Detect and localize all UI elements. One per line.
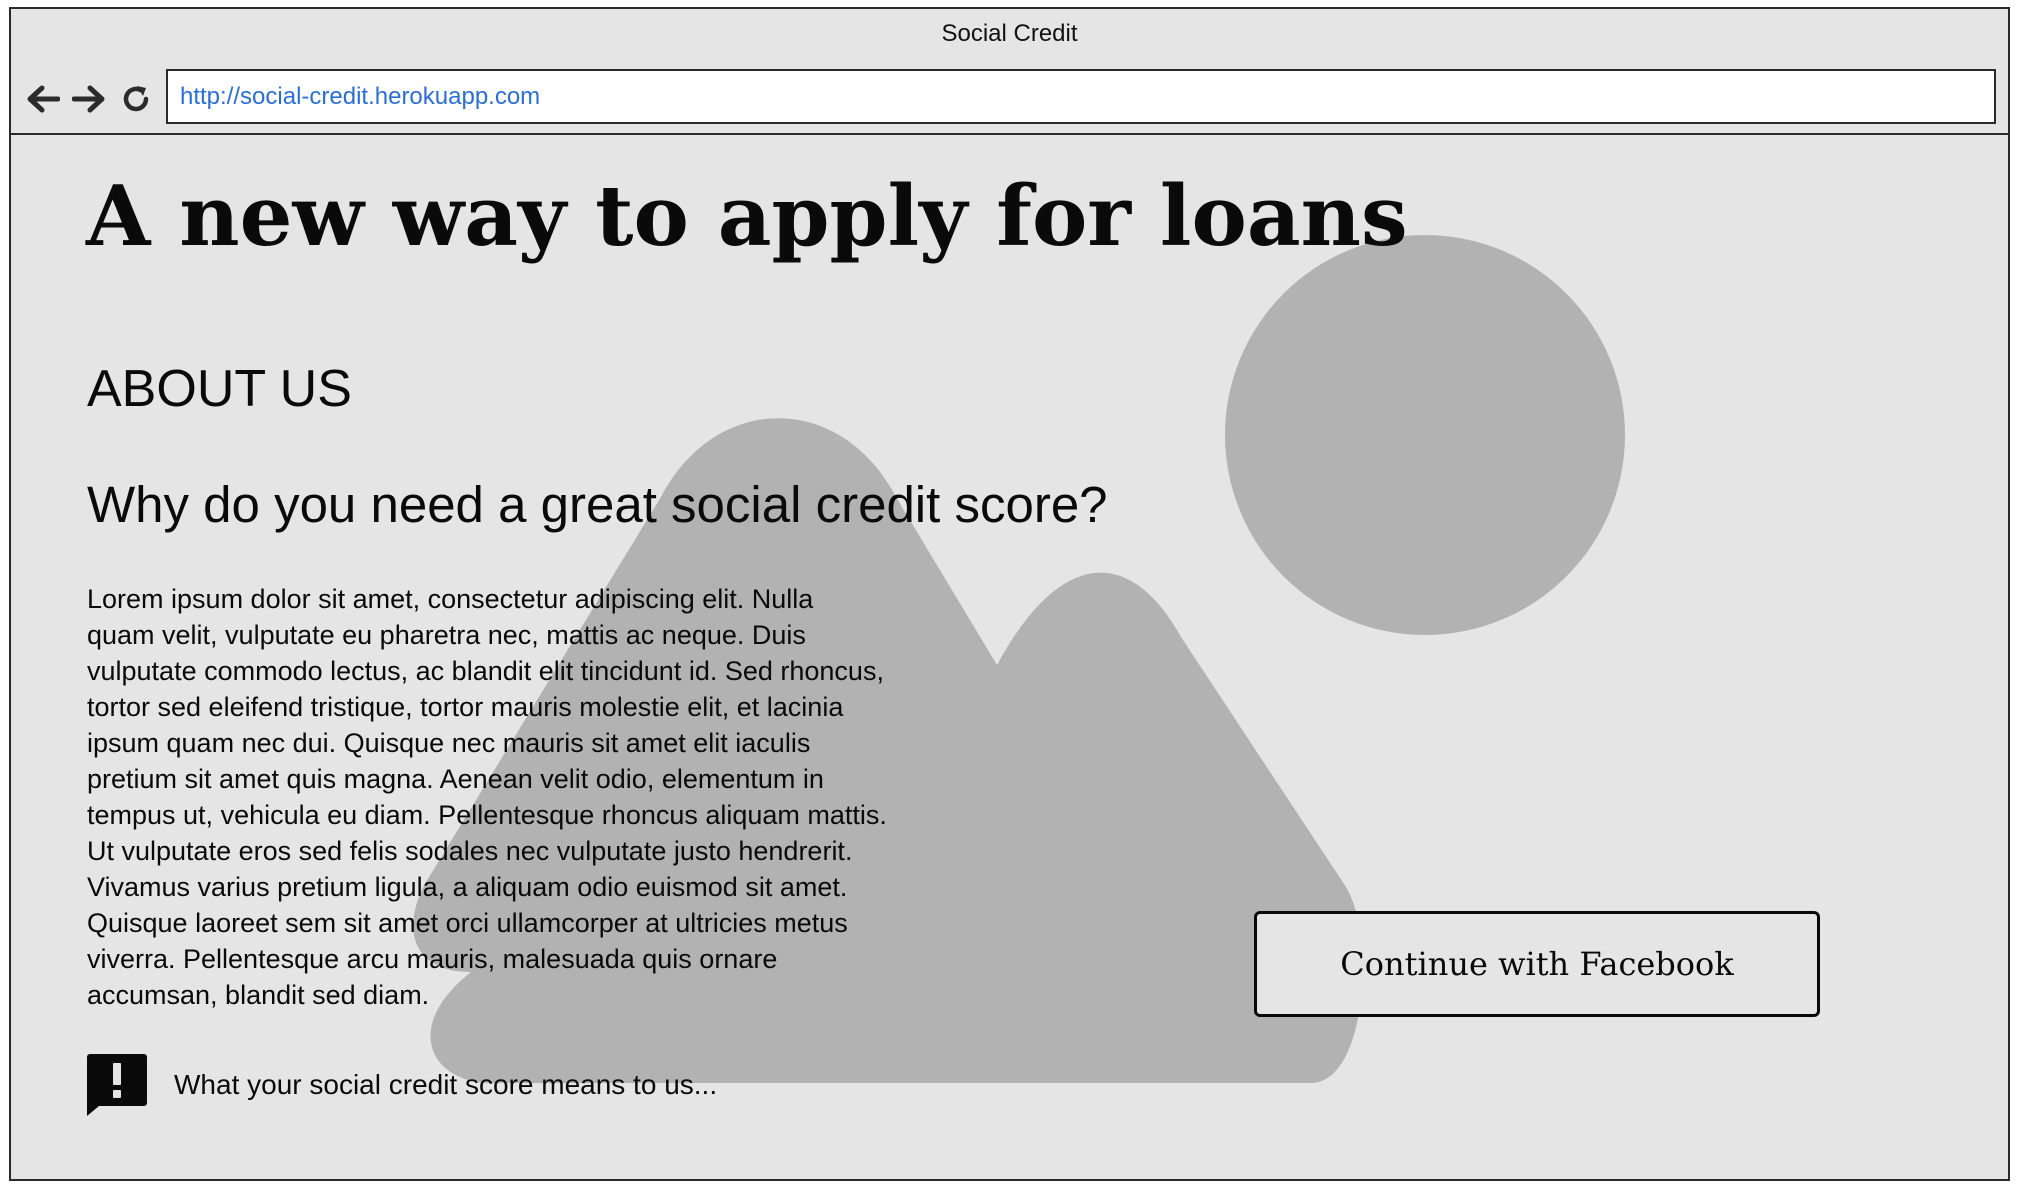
url-text: http://social-credit.herokuapp.com: [180, 83, 541, 110]
reload-button[interactable]: [116, 79, 156, 119]
arrow-left-icon: [27, 85, 60, 113]
facebook-button-label: Continue with Facebook: [1340, 945, 1734, 983]
window-title: Social Credit: [941, 20, 1078, 47]
arrow-right-icon: [72, 85, 105, 113]
navigation-bar: http://social-credit.herokuapp.com: [11, 59, 2008, 135]
about-heading: ABOUT US: [87, 360, 352, 418]
question-heading: Why do you need a great social credit sc…: [87, 476, 1108, 533]
placeholder-sun: [1225, 235, 1625, 635]
alert-message-icon: [87, 1054, 147, 1116]
score-info-link[interactable]: What your social credit score means to u…: [87, 1053, 717, 1117]
browser-window: Social Credit http://social-credit.herok…: [9, 7, 2010, 1181]
url-bar[interactable]: http://social-credit.herokuapp.com: [166, 69, 1996, 124]
continue-with-facebook-button[interactable]: Continue with Facebook: [1254, 911, 1820, 1017]
score-info-text: What your social credit score means to u…: [174, 1069, 718, 1100]
reload-icon: [123, 86, 149, 112]
page-headline: A new way to apply for loans: [86, 167, 1408, 265]
back-button[interactable]: [23, 79, 63, 119]
forward-button[interactable]: [69, 79, 109, 119]
page-content: A new way to apply for loans ABOUT US Wh…: [11, 137, 2008, 1179]
body-paragraph: Lorem ipsum dolor sit amet, consectetur …: [87, 584, 887, 1010]
